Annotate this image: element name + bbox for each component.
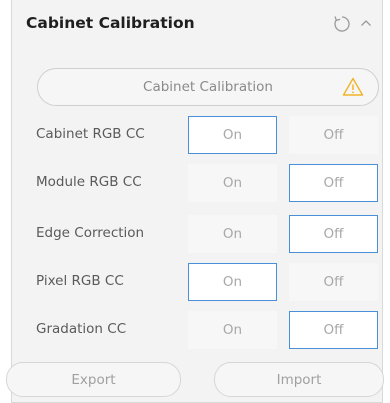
row-cabinet-rgb-cc: Cabinet RGB CC On Off — [12, 116, 382, 156]
gradation-cc-on-button[interactable]: On — [188, 311, 277, 349]
row-module-rgb-cc: Module RGB CC On Off — [12, 164, 382, 204]
module-rgb-cc-on-button[interactable]: On — [188, 164, 277, 202]
cabinet-calibration-button[interactable]: Cabinet Calibration — [37, 68, 379, 106]
pixel-rgb-cc-off-button[interactable]: Off — [289, 263, 378, 301]
chevron-up-icon[interactable] — [359, 16, 373, 30]
gradation-cc-off-button[interactable]: Off — [289, 311, 378, 349]
cabinet-rgb-cc-on-button[interactable]: On — [188, 116, 277, 154]
row-label: Module RGB CC — [36, 174, 142, 190]
import-button[interactable]: Import — [214, 362, 384, 397]
module-rgb-cc-off-button[interactable]: Off — [289, 164, 378, 202]
warning-icon — [342, 77, 364, 96]
row-label: Cabinet RGB CC — [36, 126, 145, 142]
cabinet-rgb-cc-off-button[interactable]: Off — [289, 116, 378, 154]
edge-correction-off-button[interactable]: Off — [289, 215, 378, 253]
row-label: Pixel RGB CC — [36, 273, 124, 289]
row-pixel-rgb-cc: Pixel RGB CC On Off — [12, 263, 382, 303]
panel-title: Cabinet Calibration — [26, 14, 195, 32]
cabinet-calibration-panel: Cabinet Calibration Cabinet Calibration … — [6, 0, 384, 403]
export-button[interactable]: Export — [6, 362, 181, 397]
row-gradation-cc: Gradation CC On Off — [12, 311, 382, 351]
row-label: Gradation CC — [36, 321, 127, 337]
row-edge-correction: Edge Correction On Off — [12, 215, 382, 255]
row-label: Edge Correction — [36, 225, 145, 241]
panel-header: Cabinet Calibration — [12, 0, 382, 48]
cabinet-calibration-button-label: Cabinet Calibration — [143, 79, 273, 95]
pixel-rgb-cc-on-button[interactable]: On — [188, 263, 277, 301]
edge-correction-on-button[interactable]: On — [188, 215, 277, 253]
refresh-icon[interactable] — [332, 14, 352, 34]
